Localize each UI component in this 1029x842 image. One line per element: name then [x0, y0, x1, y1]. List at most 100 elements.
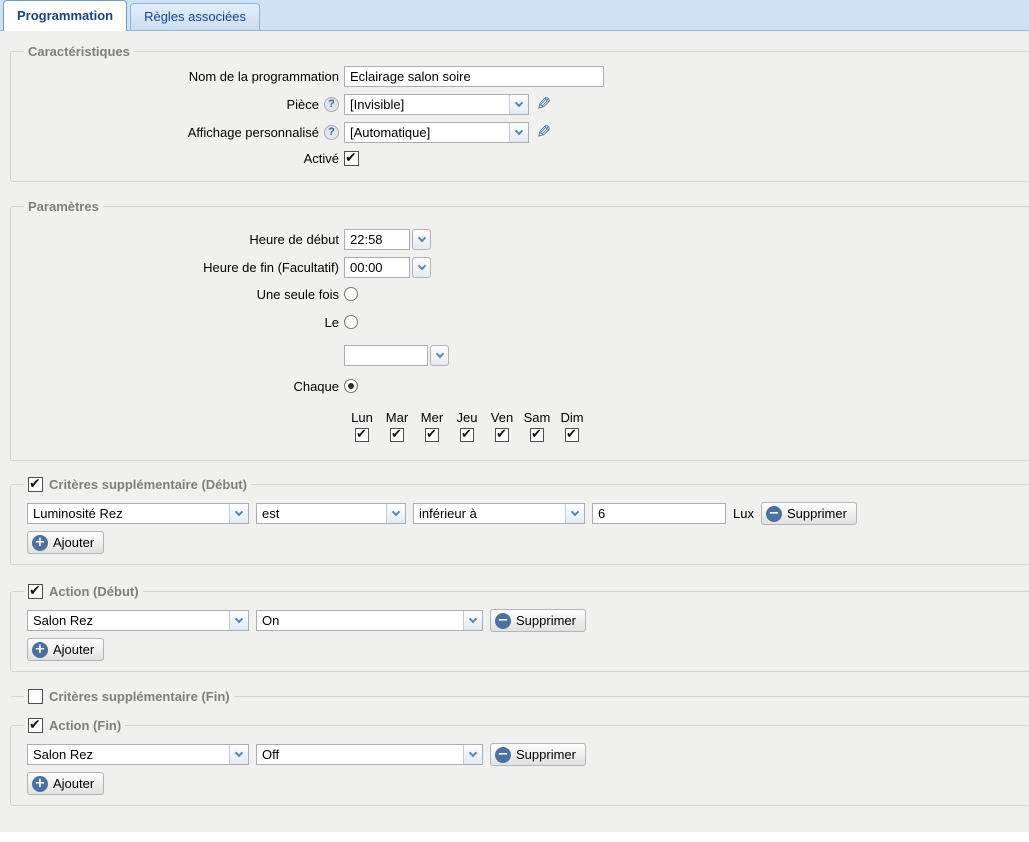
action-debut-fieldset: Action (Début) Salon Rez On − Supprimer … [10, 584, 1029, 672]
criterion-operator-select[interactable]: est [256, 503, 406, 524]
remove-action-button[interactable]: − Supprimer [490, 609, 586, 632]
chevron-down-icon[interactable] [412, 257, 431, 278]
criterion-comparator-select[interactable]: inférieur à [413, 503, 585, 524]
day-mar-checkbox[interactable] [390, 428, 404, 442]
action-fin-legend: Action (Fin) [24, 718, 125, 733]
criteres-debut-fieldset: Critères supplémentaire (Début) Luminosi… [10, 477, 1029, 565]
piece-select[interactable]: [Invisible] [344, 94, 529, 115]
active-checkbox[interactable] [344, 151, 359, 166]
help-icon[interactable]: ? [324, 125, 339, 140]
action-debut-legend-label: Action (Début) [49, 584, 139, 599]
day-sam-checkbox[interactable] [530, 428, 544, 442]
parametres-fieldset: Paramètres Heure de début 22:58 Heure de… [10, 199, 1029, 461]
action-fin-device-value: Salon Rez [28, 745, 229, 764]
parametres-legend: Paramètres [24, 199, 103, 214]
action-fin-device-select[interactable]: Salon Rez [27, 744, 249, 765]
day-mar-label: Mar [386, 410, 408, 425]
day-jeu: Jeu [450, 410, 484, 442]
tab-regles-label: Règles associées [144, 9, 246, 24]
criterion-comparator-value: inférieur à [414, 504, 565, 523]
action-command-select[interactable]: On [256, 610, 483, 631]
minus-icon: − [495, 613, 511, 629]
nom-label: Nom de la programmation [189, 69, 339, 84]
day-ven-label: Ven [491, 410, 513, 425]
active-label: Activé [304, 151, 339, 166]
add-action-fin-label: Ajouter [53, 776, 94, 791]
tab-bar: Programmation Règles associées [0, 0, 1029, 31]
heure-debut-select[interactable]: 22:58 [344, 229, 431, 250]
help-icon[interactable]: ? [324, 97, 339, 112]
add-criterion-button[interactable]: + Ajouter [27, 531, 104, 554]
affichage-select[interactable]: [Automatique] [344, 122, 529, 143]
criterion-operator-value: est [257, 504, 386, 523]
chevron-down-icon[interactable] [463, 611, 482, 630]
remove-action-fin-label: Supprimer [516, 747, 576, 762]
active-row: Activé [19, 147, 1024, 169]
action-fin-command-select[interactable]: Off [256, 744, 483, 765]
chevron-down-icon[interactable] [509, 123, 528, 142]
action-row: Salon Rez On − Supprimer [27, 609, 1024, 632]
action-fin-toggle-checkbox[interactable] [28, 718, 43, 733]
chevron-down-icon[interactable] [430, 345, 449, 366]
heure-fin-value[interactable]: 00:00 [344, 257, 410, 278]
chevron-down-icon[interactable] [386, 504, 405, 523]
heure-debut-value[interactable]: 22:58 [344, 229, 410, 250]
minus-icon: − [495, 747, 511, 763]
day-jeu-label: Jeu [457, 410, 478, 425]
day-dim-label: Dim [560, 410, 583, 425]
caracteristiques-legend: Caractéristiques [24, 44, 134, 59]
action-command-value: On [257, 611, 463, 630]
action-device-select[interactable]: Salon Rez [27, 610, 249, 631]
chevron-down-icon[interactable] [229, 504, 248, 523]
add-action-fin-button[interactable]: + Ajouter [27, 772, 104, 795]
day-jeu-checkbox[interactable] [460, 428, 474, 442]
chevron-down-icon[interactable] [463, 745, 482, 764]
add-action-label: Ajouter [53, 642, 94, 657]
remove-action-fin-button[interactable]: − Supprimer [490, 743, 586, 766]
une-seule-fois-radio[interactable] [344, 287, 358, 301]
action-row: Salon Rez Off − Supprimer [27, 743, 1024, 766]
minus-icon: − [766, 506, 782, 522]
criterion-unit-label: Lux [733, 506, 754, 521]
day-ven-checkbox[interactable] [495, 428, 509, 442]
criteres-debut-legend-label: Critères supplémentaire (Début) [49, 477, 247, 492]
heure-fin-label: Heure de fin (Facultatif) [203, 260, 339, 275]
chevron-down-icon[interactable] [412, 229, 431, 250]
nom-input[interactable] [344, 66, 604, 87]
criterion-value-input[interactable] [592, 503, 726, 524]
criterion-sensor-select[interactable]: Luminosité Rez [27, 503, 249, 524]
criterion-sensor-value: Luminosité Rez [28, 504, 229, 523]
tab-programmation[interactable]: Programmation [3, 0, 127, 31]
remove-criterion-button[interactable]: − Supprimer [761, 502, 857, 525]
le-date-value[interactable] [344, 345, 428, 366]
chevron-down-icon[interactable] [229, 611, 248, 630]
edit-affichage-icon[interactable]: ✎ [536, 123, 551, 141]
le-date-select[interactable] [344, 345, 449, 366]
affichage-label: Affichage personnalisé [188, 125, 319, 140]
nom-row: Nom de la programmation [19, 63, 1024, 89]
edit-piece-icon[interactable]: ✎ [536, 95, 551, 113]
tab-regles-associees[interactable]: Règles associées [130, 3, 260, 30]
chevron-down-icon[interactable] [229, 745, 248, 764]
chevron-down-icon[interactable] [565, 504, 584, 523]
piece-label: Pièce [286, 97, 319, 112]
chevron-down-icon[interactable] [509, 95, 528, 114]
caracteristiques-legend-label: Caractéristiques [28, 44, 130, 59]
le-label: Le [325, 315, 339, 330]
day-ven: Ven [485, 410, 519, 442]
day-lun-checkbox[interactable] [355, 428, 369, 442]
le-radio[interactable] [344, 315, 358, 329]
add-action-fin-row: + Ajouter [27, 772, 1024, 795]
add-action-button[interactable]: + Ajouter [27, 638, 104, 661]
day-mer-checkbox[interactable] [425, 428, 439, 442]
chaque-radio[interactable] [344, 379, 358, 393]
le-date-row [19, 342, 1024, 368]
criteres-fin-toggle-checkbox[interactable] [28, 689, 43, 704]
affichage-select-value: [Automatique] [345, 123, 509, 142]
day-dim-checkbox[interactable] [565, 428, 579, 442]
piece-row: Pièce ? [Invisible] ✎ [19, 91, 1024, 117]
plus-icon: + [32, 642, 48, 658]
criteres-debut-toggle-checkbox[interactable] [28, 477, 43, 492]
heure-fin-select[interactable]: 00:00 [344, 257, 431, 278]
action-debut-toggle-checkbox[interactable] [28, 584, 43, 599]
